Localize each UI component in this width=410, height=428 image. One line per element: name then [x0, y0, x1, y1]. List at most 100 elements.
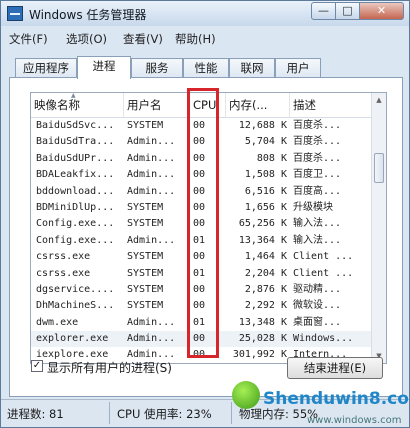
row-memory: 808 K	[256, 152, 287, 164]
status-cpu-usage: CPU 使用率: 23%	[117, 407, 212, 421]
row-image-name: BaiduSdTra...	[36, 136, 115, 148]
tab-bar: 应用程序 进程 服务 性能 联网 用户	[11, 56, 401, 79]
row-memory: 2,204 K	[244, 267, 287, 279]
table-row[interactable]: BaiduSdUPr... Admin... 00 808 K 百度杀...	[31, 151, 371, 167]
tab-networking[interactable]: 联网	[229, 58, 275, 78]
task-manager-window: Windows 任务管理器 — □ ✕ 文件(F) 选项(O) 查看(V) 帮助…	[0, 0, 410, 428]
column-cpu[interactable]: CPU	[190, 93, 226, 117]
row-description: Windows...	[293, 333, 354, 345]
row-image-name: csrss.exe	[36, 267, 91, 279]
table-row[interactable]: explorer.exe Admin... 00 25,028 K Windows...	[31, 331, 371, 348]
row-description: 百度杀...	[293, 136, 342, 148]
column-user-name[interactable]: 用户名	[124, 93, 190, 117]
row-description: 微软设...	[293, 300, 342, 312]
row-user-name: SYSTEM	[127, 267, 164, 279]
row-cpu: 00	[193, 201, 206, 213]
row-user-name: Admin...	[127, 185, 176, 197]
watermark: Shenduwin8.com www.windows.com	[227, 375, 409, 427]
tab-users[interactable]: 用户	[275, 58, 321, 78]
show-all-users-checkbox[interactable]: ✓	[31, 360, 43, 372]
scrollbar-thumb[interactable]	[374, 153, 384, 183]
row-user-name: Admin...	[127, 316, 176, 328]
process-table: ▲ 映像名称 用户名 CPU 内存(... 描述 BaiduSdSvc... SY…	[30, 92, 387, 364]
tab-applications[interactable]: 应用程序	[15, 58, 77, 78]
title-bar[interactable]: Windows 任务管理器 — □ ✕	[1, 1, 409, 26]
vertical-scrollbar[interactable]: ▲ ▼	[371, 93, 386, 363]
menu-view[interactable]: 查看(V)	[123, 31, 163, 47]
processes-panel: ▲ 映像名称 用户名 CPU 内存(... 描述 BaiduSdSvc... SY…	[9, 77, 403, 397]
table-row[interactable]: DhMachineS... SYSTEM 00 2,292 K 微软设...	[31, 298, 371, 314]
row-cpu: 00	[193, 136, 206, 148]
row-image-name: Config.exe...	[36, 218, 115, 230]
row-cpu: 01	[193, 316, 206, 328]
row-image-name: dwm.exe	[36, 316, 79, 328]
row-cpu: 01	[193, 234, 206, 246]
window-title: Windows 任务管理器	[29, 8, 147, 22]
row-image-name: BaiduSdUPr...	[36, 152, 115, 164]
table-row[interactable]: Config.exe... SYSTEM 00 65,256 K 输入法...	[31, 216, 371, 232]
menu-file[interactable]: 文件(F)	[9, 31, 48, 47]
row-memory: 6,516 K	[244, 185, 287, 197]
maximize-button[interactable]: □	[335, 2, 360, 20]
row-memory: 5,704 K	[244, 136, 287, 148]
column-description[interactable]: 描述	[290, 93, 371, 117]
row-memory: 2,292 K	[244, 300, 287, 312]
row-cpu: 00	[193, 169, 206, 181]
table-row[interactable]: csrss.exe SYSTEM 01 2,204 K Client ...	[31, 266, 371, 282]
row-cpu: 00	[193, 120, 206, 131]
menu-options[interactable]: 选项(O)	[66, 31, 107, 47]
row-image-name: BDALeakfix...	[36, 169, 115, 181]
row-description: Client ...	[293, 251, 354, 263]
tab-services[interactable]: 服务	[131, 58, 183, 78]
row-image-name: BaiduSdSvc...	[36, 120, 115, 131]
row-description: 输入法...	[293, 234, 342, 246]
row-user-name: SYSTEM	[127, 283, 164, 295]
close-button[interactable]: ✕	[359, 2, 404, 20]
row-description: 输入法...	[293, 218, 342, 230]
row-memory: 2,876 K	[244, 283, 287, 295]
menu-help[interactable]: 帮助(H)	[175, 31, 216, 47]
column-image-name[interactable]: ▲ 映像名称	[31, 93, 124, 117]
table-row[interactable]: BaiduSdSvc... SYSTEM 00 12,688 K 百度杀...	[31, 118, 371, 134]
row-user-name: Admin...	[127, 333, 176, 345]
table-row[interactable]: bddownload... Admin... 00 6,516 K 百度高...	[31, 184, 371, 200]
status-divider	[109, 402, 110, 424]
row-cpu: 01	[193, 267, 206, 279]
row-image-name: dgservice....	[36, 283, 115, 295]
row-user-name: Admin...	[127, 136, 176, 148]
table-row[interactable]: dwm.exe Admin... 01 13,348 K 桌面窗...	[31, 315, 371, 331]
row-description: 百度杀...	[293, 120, 342, 131]
row-cpu: 00	[193, 218, 206, 230]
tab-performance[interactable]: 性能	[183, 58, 229, 78]
table-row[interactable]: BDALeakfix... Admin... 00 1,508 K 百度卫...	[31, 167, 371, 183]
row-user-name: SYSTEM	[127, 251, 164, 263]
row-memory: 25,028 K	[238, 333, 287, 345]
row-image-name: BDMiniDlUp...	[36, 201, 115, 213]
scroll-up-icon[interactable]: ▲	[373, 93, 385, 107]
row-description: 驱动精...	[293, 283, 342, 295]
row-description: 百度杀...	[293, 152, 342, 164]
column-memory[interactable]: 内存(...	[226, 93, 290, 117]
table-row[interactable]: dgservice.... SYSTEM 00 2,876 K 驱动精...	[31, 282, 371, 298]
table-row[interactable]: BaiduSdTra... Admin... 00 5,704 K 百度杀...	[31, 134, 371, 150]
table-header: ▲ 映像名称 用户名 CPU 内存(... 描述	[31, 93, 371, 118]
watermark-brand: Shenduwin8.com	[263, 389, 409, 409]
menu-bar: 文件(F) 选项(O) 查看(V) 帮助(H)	[1, 28, 409, 48]
row-description: 升级模块	[293, 201, 333, 213]
row-cpu: 00	[193, 283, 206, 295]
column-image-name-label: 映像名称	[34, 98, 80, 112]
table-row[interactable]: csrss.exe SYSTEM 00 1,464 K Client ...	[31, 249, 371, 265]
row-image-name: bddownload...	[36, 185, 115, 197]
table-row[interactable]: Config.exe... Admin... 01 13,364 K 输入法...	[31, 233, 371, 249]
row-description: 桌面窗...	[293, 316, 342, 328]
row-user-name: SYSTEM	[127, 300, 164, 312]
table-row[interactable]: BDMiniDlUp... SYSTEM 00 1,656 K 升级模块	[31, 200, 371, 216]
row-image-name: csrss.exe	[36, 251, 91, 263]
task-manager-icon	[7, 6, 23, 21]
row-image-name: DhMachineS...	[36, 300, 115, 312]
tab-processes[interactable]: 进程	[77, 56, 131, 79]
row-image-name: explorer.exe	[36, 333, 109, 345]
minimize-button[interactable]: —	[311, 2, 336, 20]
row-memory: 12,688 K	[238, 120, 287, 131]
row-cpu: 00	[193, 333, 206, 345]
